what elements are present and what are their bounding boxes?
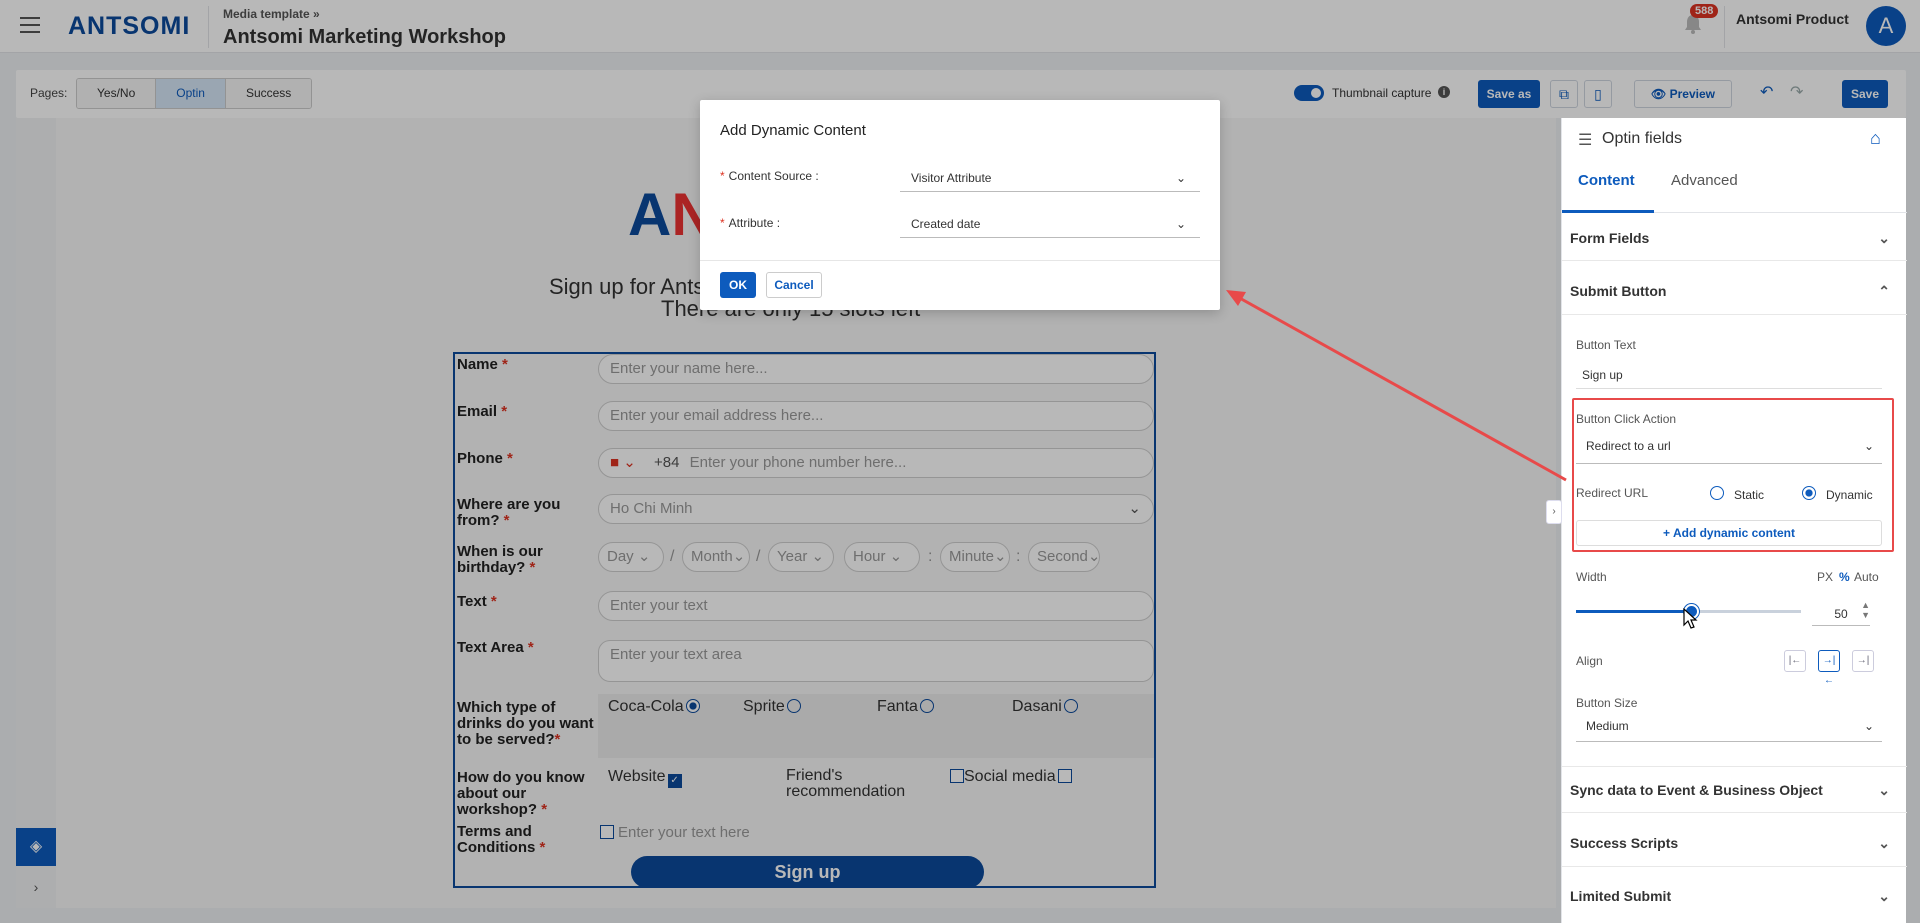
button-text-input[interactable]: Sign up bbox=[1576, 368, 1882, 389]
cancel-button[interactable]: Cancel bbox=[766, 272, 822, 298]
button-text-label: Button Text bbox=[1576, 338, 1636, 352]
section-success-scripts[interactable]: Success Scripts ⌄ bbox=[1570, 835, 1900, 851]
mouse-cursor-icon bbox=[1683, 608, 1698, 629]
active-tab-indicator bbox=[1562, 210, 1654, 213]
section-sync-data[interactable]: Sync data to Event & Business Object ⌄ bbox=[1570, 782, 1900, 798]
form-fields-icon: ☰ bbox=[1578, 132, 1593, 149]
chevron-down-icon: ⌄ bbox=[1878, 835, 1890, 851]
divider bbox=[1562, 314, 1907, 315]
attribute-label: * Attribute : bbox=[720, 216, 781, 230]
modal-title: Add Dynamic Content bbox=[720, 122, 866, 139]
section-limited-submit[interactable]: Limited Submit ⌄ bbox=[1570, 888, 1900, 904]
align-label: Align bbox=[1576, 654, 1603, 668]
add-dynamic-content-button[interactable]: + Add dynamic content bbox=[1576, 520, 1882, 546]
button-size-label: Button Size bbox=[1576, 696, 1638, 710]
content-source-select[interactable]: Visitor Attribute ⌄ bbox=[900, 166, 1200, 192]
chevron-down-icon: ⌄ bbox=[1878, 888, 1890, 904]
click-action-select[interactable]: Redirect to a url ⌄ bbox=[1576, 434, 1882, 464]
align-right-icon[interactable]: →| bbox=[1852, 650, 1874, 672]
unit-px[interactable]: PX bbox=[1817, 570, 1833, 584]
unit-auto[interactable]: Auto bbox=[1854, 570, 1879, 584]
settings-panel: ☰ Optin fields ⌂ Content Advanced Form F… bbox=[1561, 118, 1907, 923]
chevron-down-icon: ⌄ bbox=[1878, 782, 1890, 798]
divider bbox=[1562, 812, 1907, 813]
align-left-icon[interactable]: |← bbox=[1784, 650, 1806, 672]
chevron-down-icon: ⌄ bbox=[1878, 230, 1890, 246]
chevron-down-icon: ⌄ bbox=[1863, 719, 1874, 733]
divider bbox=[1562, 866, 1907, 867]
panel-title: Optin fields bbox=[1602, 130, 1683, 147]
ok-button[interactable]: OK bbox=[720, 272, 756, 298]
width-label: Width bbox=[1576, 570, 1607, 584]
width-slider-fill bbox=[1576, 610, 1691, 613]
dynamic-radio[interactable] bbox=[1802, 486, 1816, 500]
content-source-label: * Content Source : bbox=[720, 169, 819, 183]
tab-advanced[interactable]: Advanced bbox=[1671, 172, 1738, 189]
unit-percent[interactable]: % bbox=[1839, 570, 1850, 584]
stepper-icon: ▲ ▼ bbox=[1861, 600, 1870, 620]
static-label: Static bbox=[1734, 488, 1765, 502]
chevron-down-icon: ⌄ bbox=[1863, 439, 1874, 453]
divider bbox=[1562, 260, 1907, 261]
attribute-select[interactable]: Created date ⌄ bbox=[900, 212, 1200, 238]
width-number-input[interactable]: 50 ▲ ▼ bbox=[1812, 600, 1870, 626]
collapse-panel-icon[interactable]: › bbox=[1546, 500, 1562, 524]
chevron-down-icon: ⌄ bbox=[1175, 217, 1186, 231]
divider bbox=[700, 260, 1220, 261]
add-dynamic-content-modal: Add Dynamic Content * Content Source : Vi… bbox=[700, 100, 1220, 310]
static-radio[interactable] bbox=[1710, 486, 1724, 500]
chevron-up-icon: ⌃ bbox=[1878, 283, 1890, 299]
button-size-select[interactable]: Medium ⌄ bbox=[1576, 714, 1882, 742]
align-center-icon[interactable]: →|← bbox=[1818, 650, 1840, 686]
home-icon[interactable]: ⌂ bbox=[1870, 128, 1881, 149]
redirect-url-label: Redirect URL bbox=[1576, 486, 1649, 500]
dynamic-label: Dynamic bbox=[1826, 488, 1873, 502]
divider bbox=[1562, 766, 1907, 767]
chevron-down-icon: ⌄ bbox=[1175, 171, 1186, 185]
section-submit-button[interactable]: Submit Button ⌃ bbox=[1570, 283, 1900, 299]
section-form-fields[interactable]: Form Fields ⌄ bbox=[1570, 230, 1900, 246]
tab-content[interactable]: Content bbox=[1578, 172, 1635, 189]
click-action-label: Button Click Action bbox=[1576, 412, 1677, 426]
